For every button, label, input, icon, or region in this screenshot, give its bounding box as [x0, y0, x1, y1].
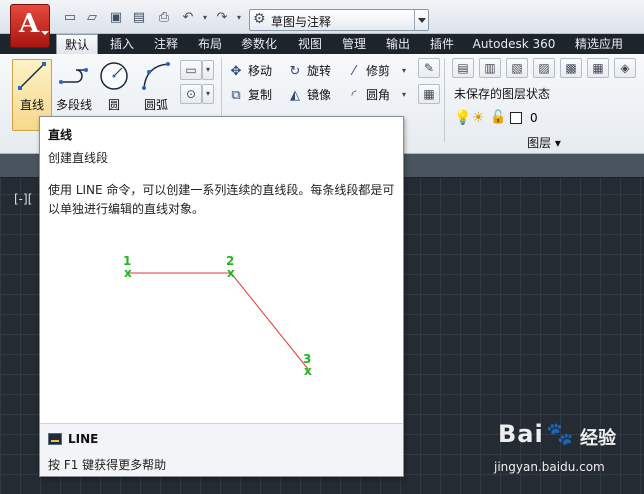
tab-manage[interactable]: 管理 — [334, 34, 374, 54]
tab-plugins[interactable]: 插件 — [422, 34, 462, 54]
undo-icon[interactable]: ↶ — [180, 11, 196, 25]
polyline-icon — [59, 68, 88, 84]
application-menu-button[interactable]: A — [10, 4, 50, 48]
rotate-label: 旋转 — [307, 64, 332, 78]
print-icon[interactable]: ⎙ — [156, 11, 172, 25]
gear-icon: ⚙ — [253, 11, 266, 27]
tab-view[interactable]: 视图 — [290, 34, 330, 54]
layer-state-dropdown[interactable]: 未保存的图层状态 — [450, 84, 644, 104]
tooltip-help: 按 F1 键获得更多帮助 — [48, 458, 167, 472]
command-line-icon — [48, 433, 62, 445]
tab-annotate[interactable]: 注释 — [146, 34, 186, 54]
tooltip-footer: LINE 按 F1 键获得更多帮助 — [40, 423, 403, 476]
sun-icon: ☀ — [472, 110, 485, 126]
tab-insert[interactable]: 插入 — [102, 34, 142, 54]
array-icon[interactable]: ▦ — [418, 84, 440, 104]
rectangle-button[interactable]: ▭ — [180, 60, 202, 80]
layer-isolate-icon[interactable]: ▥ — [479, 58, 501, 78]
layer-properties-icon[interactable]: ▤ — [452, 58, 474, 78]
trim-label: 修剪 — [366, 64, 391, 78]
chevron-down-icon — [414, 10, 428, 30]
line-button-label: 直线 — [19, 98, 44, 112]
watermark-url: jingyan.baidu.com — [494, 460, 605, 474]
point-marker-2: x — [227, 266, 235, 280]
fillet-icon: ◜ — [351, 88, 357, 103]
trim-icon: ⁄ — [352, 64, 356, 79]
color-swatch — [510, 112, 522, 124]
save-as-icon[interactable]: ▤ — [131, 11, 147, 25]
baidu-watermark: Bai 🐾 经验 jingyan.baidu.com — [488, 420, 638, 490]
point-marker-3: x — [304, 364, 312, 378]
layer-match-icon[interactable]: ▦ — [587, 58, 609, 78]
tab-layout[interactable]: 布局 — [190, 34, 230, 54]
chevron-down-icon[interactable]: ▾ — [402, 66, 406, 75]
tab-default[interactable]: 默认 — [56, 34, 98, 54]
new-icon[interactable]: ▭ — [62, 11, 78, 25]
ellipse-button[interactable]: ⊙ — [180, 84, 202, 104]
illustration-segment-2 — [230, 272, 309, 370]
layer-lock-icon[interactable]: ▩ — [560, 58, 582, 78]
mirror-tool[interactable]: ◭ 镜像 — [287, 86, 331, 106]
tooltip-title: 直线 — [48, 128, 73, 142]
line-icon — [18, 62, 46, 90]
fillet-tool[interactable]: ◜ 圆角 — [346, 86, 390, 106]
circle-icon — [100, 62, 128, 90]
open-icon[interactable]: ▱ — [84, 11, 100, 25]
current-layer-name: 0 — [530, 111, 538, 125]
polyline-button-label: 多段线 — [55, 98, 92, 112]
mirror-icon: ◭ — [290, 88, 300, 103]
tab-parametric[interactable]: 参数化 — [234, 34, 284, 54]
line-tooltip: 直线 创建直线段 使用 LINE 命令，可以创建一系列连续的直线段。每条线段都是… — [39, 116, 404, 477]
move-tool[interactable]: ✥ 移动 — [228, 62, 272, 82]
chevron-down-icon[interactable]: ▾ — [202, 84, 214, 104]
chevron-down-icon — [41, 31, 49, 35]
bulb-icon: 💡 — [454, 110, 472, 126]
tab-output[interactable]: 输出 — [378, 34, 418, 54]
layer-walk-icon[interactable]: ◈ — [614, 58, 636, 78]
fillet-label: 圆角 — [366, 88, 391, 102]
workspace-label: 草图与注释 — [271, 15, 332, 29]
app-logo-letter: A — [19, 9, 40, 39]
tab-featured-apps[interactable]: 精选应用 — [566, 34, 632, 54]
brush-icon[interactable]: ✎ — [418, 58, 440, 78]
copy-icon: ⧉ — [231, 88, 241, 103]
layer-off-icon[interactable]: ▨ — [533, 58, 555, 78]
copy-tool[interactable]: ⧉ 复制 — [228, 86, 272, 106]
layer-freeze-icon[interactable]: ▧ — [506, 58, 528, 78]
chevron-down-icon[interactable]: ▾ — [197, 11, 213, 25]
watermark-brand: Bai — [498, 420, 544, 448]
chevron-down-icon[interactable]: ▾ — [402, 90, 406, 99]
trim-tool[interactable]: ⁄ 修剪 — [346, 62, 390, 82]
tooltip-description: 使用 LINE 命令，可以创建一系列连续的直线段。每条线段都是可以单独进行编辑的… — [48, 183, 395, 216]
rotate-icon: ↻ — [289, 64, 301, 79]
redo-icon[interactable]: ↷ — [214, 11, 230, 25]
tooltip-subtitle: 创建直线段 — [48, 151, 109, 165]
unlock-icon: 🔓 — [490, 110, 507, 125]
rotate-tool[interactable]: ↻ 旋转 — [287, 62, 331, 82]
line-illustration: 1 x 2 x 3 x — [123, 254, 312, 378]
layers-panel-title[interactable]: 图层 ▾ — [444, 134, 644, 152]
arc-icon — [142, 62, 170, 90]
paw-icon: 🐾 — [546, 422, 574, 447]
move-label: 移动 — [248, 64, 273, 78]
chevron-down-icon[interactable]: ▾ — [231, 11, 247, 25]
arc-button-label: 圆弧 — [143, 98, 168, 112]
save-icon[interactable]: ▣ — [108, 11, 124, 25]
chevron-down-icon[interactable]: ▾ — [202, 60, 214, 80]
layer-dropdown[interactable]: 💡 ☀ 🔓 0 — [450, 109, 644, 129]
circle-button-label: 圆 — [107, 98, 120, 112]
watermark-suffix: 经验 — [580, 428, 616, 449]
ribbon-tab-strip: 默认 插入 注释 布局 参数化 视图 管理 输出 插件 Autodesk 360… — [0, 34, 644, 54]
viewport-controls[interactable]: [-][ — [14, 192, 32, 206]
workspace-dropdown[interactable]: ⚙ 草图与注释 — [249, 9, 429, 31]
tooltip-command: LINE — [68, 432, 99, 446]
move-icon: ✥ — [230, 64, 242, 79]
point-marker-1: x — [124, 266, 132, 280]
panel-divider — [444, 58, 445, 142]
copy-label: 复制 — [248, 88, 273, 102]
mirror-label: 镜像 — [307, 88, 332, 102]
tab-autodesk-360[interactable]: Autodesk 360 — [466, 34, 562, 54]
